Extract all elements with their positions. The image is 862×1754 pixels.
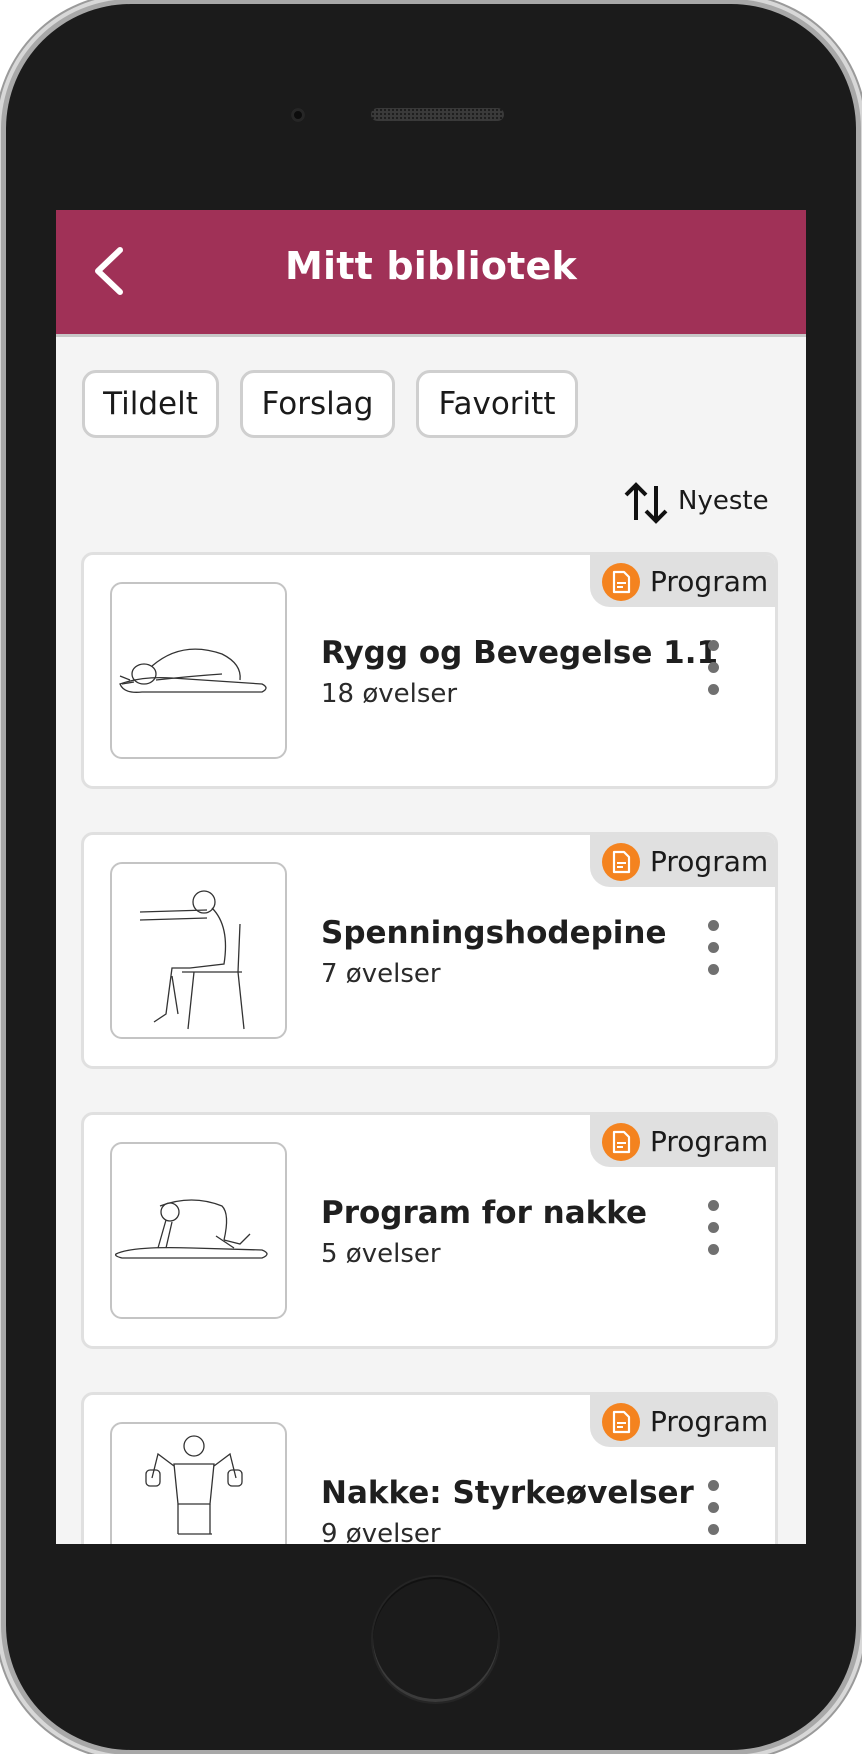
more-options-button[interactable] [694, 1200, 734, 1270]
more-options-button[interactable] [694, 1480, 734, 1544]
badge-label: Program [650, 565, 769, 598]
program-title: Rygg og Bevegelse 1.1 [321, 635, 719, 671]
program-card[interactable]: Program Rygg og Bevegelse 1.1 18 øvelser [81, 552, 778, 789]
program-exercise-count: 7 øvelser [321, 959, 441, 989]
badge-label: Program [650, 845, 769, 878]
program-card[interactable]: Program Program for nakke 5 øvelser [81, 1112, 778, 1349]
program-badge: Program [590, 835, 775, 887]
document-icon [602, 1403, 640, 1441]
more-options-button[interactable] [694, 640, 734, 710]
badge-label: Program [650, 1125, 769, 1158]
document-icon [602, 563, 640, 601]
sort-label: Nyeste [678, 486, 769, 516]
program-exercise-count: 9 øvelser [321, 1519, 441, 1544]
program-exercise-count: 5 øvelser [321, 1239, 441, 1269]
document-icon [602, 1123, 640, 1161]
program-card[interactable]: Program Nakke: Styrkeøvelser 9 øvelser [81, 1392, 778, 1544]
sort-button[interactable]: Nyeste [623, 480, 783, 526]
home-button[interactable] [373, 1577, 498, 1702]
program-badge: Program [590, 555, 775, 607]
document-icon [602, 843, 640, 881]
earpiece-speaker [371, 108, 504, 121]
exercise-thumbnail [110, 1142, 287, 1319]
filter-chip-tildelt[interactable]: Tildelt [82, 370, 219, 438]
program-badge: Program [590, 1115, 775, 1167]
exercise-thumbnail [110, 582, 287, 759]
more-options-button[interactable] [694, 920, 734, 990]
app-screen: Mitt bibliotek Tildelt Forslag Favoritt … [56, 210, 806, 1544]
badge-label: Program [650, 1405, 769, 1438]
program-badge: Program [590, 1395, 775, 1447]
filter-chip-forslag[interactable]: Forslag [240, 370, 395, 438]
top-app-bar: Mitt bibliotek [56, 210, 806, 337]
exercise-thumbnail [110, 1422, 287, 1544]
front-camera [291, 108, 305, 122]
filter-chip-favoritt[interactable]: Favoritt [416, 370, 578, 438]
program-exercise-count: 18 øvelser [321, 679, 458, 709]
page-title: Mitt bibliotek [285, 244, 577, 288]
sort-arrows-icon [624, 482, 668, 524]
program-title: Program for nakke [321, 1195, 648, 1231]
program-title: Spenningshodepine [321, 915, 667, 951]
program-title: Nakke: Styrkeøvelser [321, 1475, 694, 1511]
exercise-thumbnail [110, 862, 287, 1039]
program-card[interactable]: Program Spenningshodepine 7 øvelser [81, 832, 778, 1069]
